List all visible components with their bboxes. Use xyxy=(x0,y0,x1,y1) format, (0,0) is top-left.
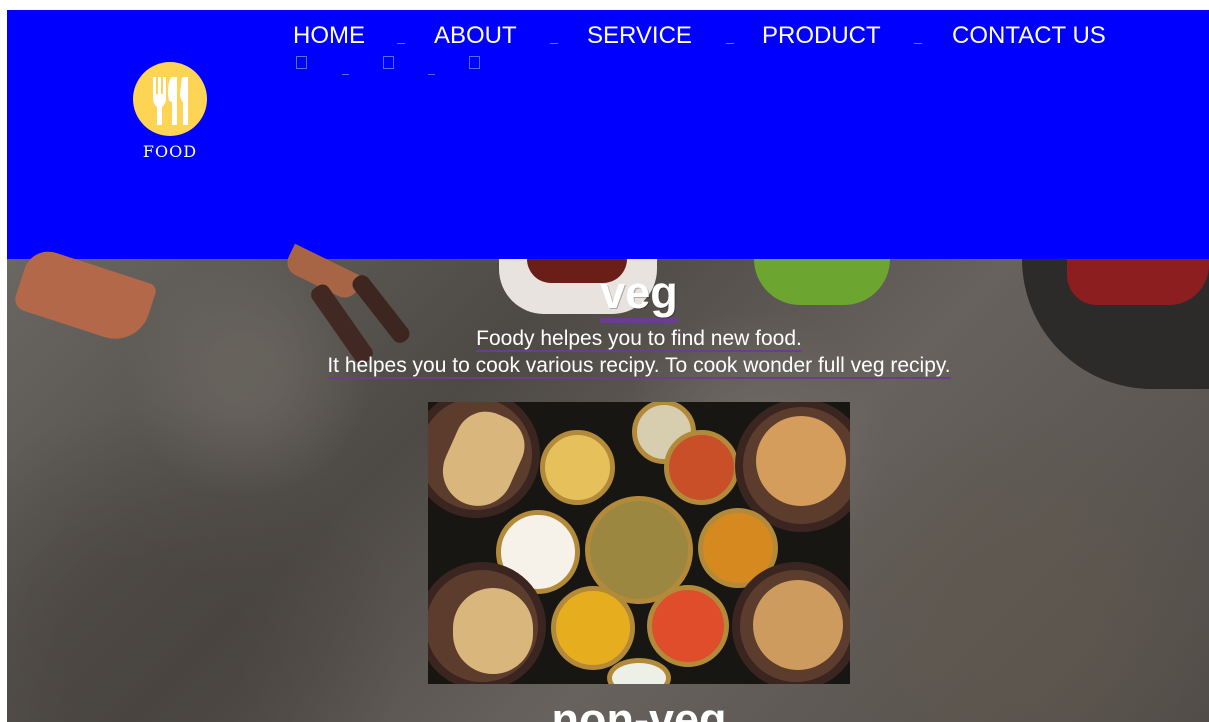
description-link[interactable]: Foody helpes you to find new food. xyxy=(7,326,1209,352)
page: FOOD HOME ABOUT SERVICE PRODUCT CONTACT … xyxy=(7,10,1209,722)
non-veg-title[interactable]: non-veg xyxy=(7,694,1209,722)
nav-service[interactable]: SERVICE xyxy=(587,22,692,50)
nav-icon-placeholder xyxy=(383,56,394,69)
nav-separator xyxy=(342,74,349,75)
nav-separator xyxy=(428,74,435,75)
nav-separator xyxy=(397,43,405,44)
dal-bowl xyxy=(540,430,615,505)
veg-food-platter-image xyxy=(428,402,850,684)
nav-separator xyxy=(914,43,922,44)
nav-home[interactable]: HOME xyxy=(293,22,365,50)
nav-icon-placeholder xyxy=(296,56,307,69)
nav-separator xyxy=(726,43,734,44)
site-header: FOOD HOME ABOUT SERVICE PRODUCT CONTACT … xyxy=(7,10,1209,259)
main-navigation: HOME ABOUT SERVICE PRODUCT CONTACT US xyxy=(7,10,1209,259)
naan xyxy=(453,588,533,674)
nav-product[interactable]: PRODUCT xyxy=(762,22,881,50)
description-link[interactable]: It helpes you to cook various recipy. To… xyxy=(7,353,1209,379)
nav-icon-placeholder xyxy=(469,56,480,69)
curry-bowl xyxy=(647,585,729,667)
nav-separator xyxy=(550,43,558,44)
nav-contact-us[interactable]: CONTACT US xyxy=(952,22,1106,50)
paratha xyxy=(753,580,843,670)
curry-bowl xyxy=(664,430,739,505)
veg-title[interactable]: veg xyxy=(7,267,1209,323)
veg-hero-section: veg Foody helpes you to find new food. I… xyxy=(7,243,1209,722)
curry-bowl xyxy=(551,586,635,670)
nav-about[interactable]: ABOUT xyxy=(434,22,517,50)
paratha xyxy=(756,416,846,506)
